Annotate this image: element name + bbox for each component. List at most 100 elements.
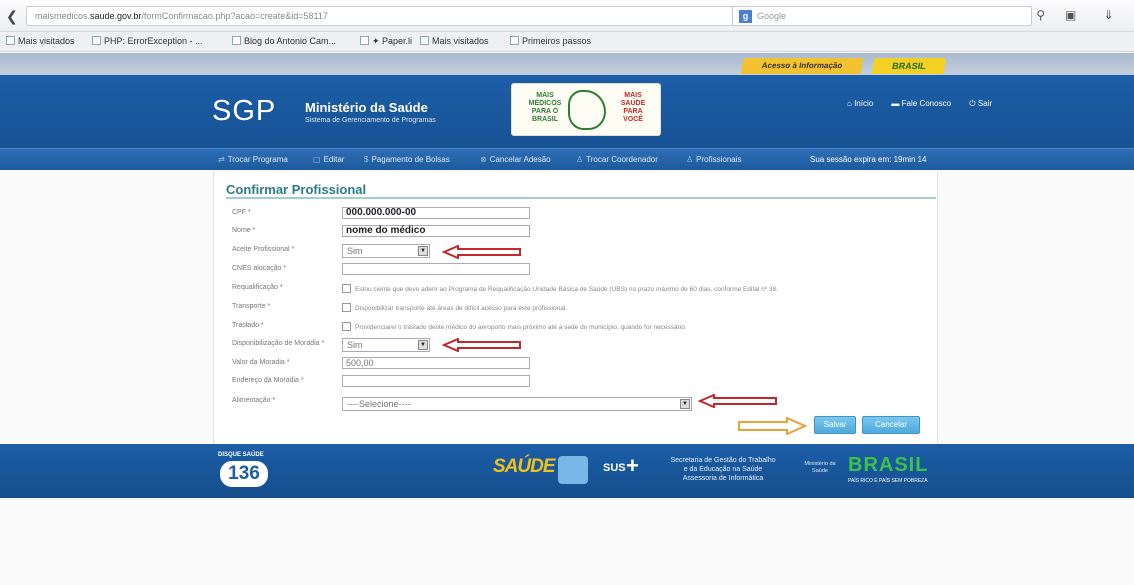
google-icon: g bbox=[739, 10, 752, 23]
transporte-checkbox[interactable] bbox=[342, 303, 351, 312]
logout-link-label: Sair bbox=[977, 99, 993, 108]
traslado-checkbox[interactable] bbox=[342, 322, 351, 331]
nav-label: Pagamento de Bolsas bbox=[371, 155, 450, 164]
search-icon[interactable]: ⚲ bbox=[1036, 8, 1045, 22]
bookmark-label: Mais visitados bbox=[432, 36, 489, 46]
alimentacao-label: Alimentação * bbox=[232, 397, 276, 404]
sgp-logo: SGP bbox=[212, 95, 277, 127]
traslado-text: Providenciarei o traslado deste médico d… bbox=[355, 324, 687, 331]
browser-toolbar: ❮ maismedicos.saude.gov.br/formConfirmac… bbox=[0, 0, 1134, 32]
bookmark-paperli[interactable]: ✦ Paper.li bbox=[360, 36, 412, 47]
valor-moradia-input[interactable]: 500,00 bbox=[342, 357, 530, 369]
site-header: SGP Ministério da Saúde Sistema de Geren… bbox=[0, 75, 1134, 148]
bookmark-icon bbox=[360, 36, 369, 45]
url-prefix: maismedicos. bbox=[35, 11, 91, 21]
secretaria-text: Secretaria de Gestão do Trabalho e da Ed… bbox=[670, 457, 776, 482]
users-icon: ♙ bbox=[686, 155, 694, 164]
nav-profissionais[interactable]: ♙ Profissionais bbox=[686, 155, 742, 164]
save-button[interactable]: Salvar bbox=[814, 416, 856, 434]
people-icon bbox=[558, 456, 588, 484]
red-arrow-icon bbox=[442, 338, 521, 352]
transporte-label: Transporte * bbox=[232, 303, 271, 310]
logout-link[interactable]: ⏻ Sair bbox=[969, 99, 1000, 108]
page-title: Confirmar Profissional bbox=[226, 182, 367, 197]
cpf-label: CPF * bbox=[232, 209, 251, 216]
form-panel: Confirmar Profissional CPF * 000.000.000… bbox=[213, 172, 938, 444]
alimentacao-select[interactable]: ----Selecione---- ▼ bbox=[342, 397, 692, 411]
moradia-select[interactable]: Sim ▼ bbox=[342, 338, 430, 352]
url-path: /formConfirmacao.php?acao=create&id=5811… bbox=[141, 11, 328, 21]
nav-pagamento[interactable]: $ Pagamento de Bolsas bbox=[364, 155, 450, 164]
header-links: ⌂ Início ▬ Fale Conosco ⏻ Sair bbox=[847, 99, 1008, 109]
bookmark-icon bbox=[6, 36, 15, 45]
gov-topbar: Acesso à Informação BRASIL bbox=[0, 53, 1134, 75]
bookmark-mais-visitados[interactable]: Mais visitados bbox=[6, 36, 75, 46]
brazil-map-icon bbox=[568, 90, 606, 130]
alimentacao-value: ----Selecione---- bbox=[347, 399, 411, 409]
endereco-moradia-label: Endereço da Moradia * bbox=[232, 377, 304, 384]
cnes-label: CNES alocação * bbox=[232, 265, 287, 272]
bookmark-primeiros-passos[interactable]: Primeiros passos bbox=[510, 36, 591, 46]
cancel-button[interactable]: Cancelar bbox=[862, 416, 920, 434]
aceite-select[interactable]: Sim ▼ bbox=[342, 244, 430, 258]
site-footer: DISQUE SAÚDE 136 SAÚDE SUS + Secretaria … bbox=[0, 444, 1134, 498]
ministry-subtitle: Sistema de Gerenciamento de Programas bbox=[305, 117, 436, 124]
bookmark-icon bbox=[232, 36, 241, 45]
brasil-slogan: PAÍS RICO É PAÍS SEM POBREZA bbox=[848, 478, 928, 484]
home-link[interactable]: ⌂ Início bbox=[847, 99, 881, 108]
bookmark-label: Blog do Antonio Cam... bbox=[244, 36, 337, 46]
nav-label: Trocar Programa bbox=[227, 155, 288, 164]
toolbar-icons[interactable]: ▣ ⇓ ⌂ bbox=[1065, 8, 1134, 22]
mais-medicos-logo: MAIS MÉDICOS PARA O BRASIL MAIS SAÚDE PA… bbox=[511, 83, 661, 136]
nav-label: Cancelar Adesão bbox=[489, 155, 551, 164]
mais-medicos-text: MAIS MÉDICOS PARA O BRASIL bbox=[528, 92, 562, 123]
nav-trocar-programa[interactable]: ⇄ Trocar Programa bbox=[218, 155, 288, 164]
contact-link-label: Fale Conosco bbox=[901, 99, 952, 108]
bookmark-label: ✦ Paper.li bbox=[372, 36, 413, 46]
search-box[interactable]: g Google ⚲ bbox=[732, 6, 1045, 26]
moradia-label: Disponibilização de Moradia * bbox=[232, 340, 325, 347]
bookmarks-bar: Mais visitados PHP: ErrorException - ...… bbox=[0, 32, 1134, 52]
nav-cancelar-adesao[interactable]: ⊗ Cancelar Adesão bbox=[480, 155, 551, 164]
swap-icon: ⇄ bbox=[218, 155, 225, 164]
nav-label: Trocar Coordenador bbox=[586, 155, 658, 164]
ministerio-text: Ministério da Saúde bbox=[804, 461, 836, 474]
cnes-input[interactable] bbox=[342, 263, 530, 275]
home-link-label: Início bbox=[854, 99, 874, 108]
session-timer: Sua sessão expira em: 19min 14 bbox=[810, 155, 927, 164]
ministry-title: Ministério da Saúde bbox=[305, 100, 428, 115]
nav-label: Editar bbox=[323, 155, 345, 164]
dropdown-arrow-icon[interactable]: ▼ bbox=[418, 340, 428, 350]
cpf-input[interactable]: 000.000.000-00 bbox=[342, 207, 530, 219]
nav-editar[interactable]: ▢ Editar bbox=[313, 155, 344, 164]
url-domain: saude.gov.br bbox=[90, 11, 142, 21]
cross-icon: + bbox=[626, 453, 639, 478]
search-engine: Google bbox=[757, 11, 787, 21]
nome-input[interactable]: nome do médico bbox=[342, 225, 530, 237]
contact-link[interactable]: ▬ Fale Conosco bbox=[891, 99, 959, 108]
user-icon: ♙ bbox=[576, 155, 584, 164]
brasil-tab[interactable]: BRASIL bbox=[871, 58, 947, 74]
acesso-informacao-tab[interactable]: Acesso à Informação bbox=[740, 58, 864, 74]
edit-icon: ▢ bbox=[313, 155, 321, 164]
bookmark-php[interactable]: PHP: ErrorException - ... bbox=[92, 36, 203, 46]
money-icon: $ bbox=[364, 155, 369, 164]
disque-saude-number: 136 bbox=[220, 461, 268, 487]
bookmark-mais-visitados-2[interactable]: Mais visitados bbox=[420, 36, 489, 46]
endereco-moradia-input[interactable] bbox=[342, 375, 530, 387]
aceite-value: Sim bbox=[347, 246, 363, 256]
bookmark-blog[interactable]: Blog do Antonio Cam... bbox=[232, 36, 336, 46]
dropdown-arrow-icon[interactable]: ▼ bbox=[418, 246, 428, 256]
aceite-label: Aceite Profissional * bbox=[232, 246, 295, 253]
requalificacao-checkbox[interactable] bbox=[342, 284, 351, 293]
dropdown-arrow-icon[interactable]: ▼ bbox=[680, 399, 690, 409]
main-nav: ⇄ Trocar Programa ▢ Editar $ Pagamento de B… bbox=[0, 148, 1134, 170]
orange-arrow-icon bbox=[738, 417, 807, 435]
bookmark-icon bbox=[510, 36, 519, 45]
back-arrow-icon[interactable]: ❮ bbox=[6, 8, 22, 24]
moradia-value: Sim bbox=[347, 340, 363, 350]
brasil-logo: BRASIL bbox=[848, 454, 929, 476]
address-bar[interactable]: maismedicos.saude.gov.br/formConfirmacao… bbox=[26, 6, 801, 26]
mais-saude-text: MAIS SAÚDE PARA VOCÊ bbox=[620, 92, 646, 123]
nav-trocar-coordenador[interactable]: ♙ Trocar Coordenador bbox=[576, 155, 658, 164]
